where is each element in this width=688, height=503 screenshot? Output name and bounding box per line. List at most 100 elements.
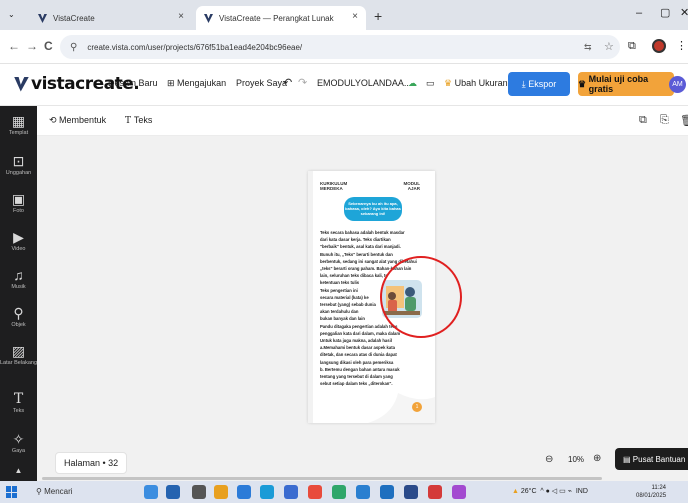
page-header: KURIKULUM MERDEKA MODUL AJAR [320, 181, 420, 191]
sidebar-scroll-up-icon[interactable]: ▲ [0, 466, 37, 475]
sidebar-item-templates[interactable]: ▦ Templat [0, 114, 37, 136]
sidebar-item-music[interactable]: ♫ Musik [0, 268, 37, 290]
vistacreate-logo-icon [14, 76, 29, 92]
close-window-icon[interactable]: ✕ [680, 6, 688, 19]
bookmark-star-icon[interactable]: ☆ [604, 40, 614, 53]
left-sidebar: ▦ Templat ⊡ Unggahan ▣ Foto ▶ Video ♫ Mu… [0, 106, 37, 481]
help-label: Pusat Bantuan [632, 454, 686, 464]
project-name[interactable]: EMODULYOLANDAA... [317, 78, 411, 88]
app-header: vistacreate. Desain Baru ⊞ Mengajukan Pr… [0, 64, 688, 106]
sidebar-item-video[interactable]: ▶ Video [0, 230, 37, 252]
page-side-decoration [308, 171, 313, 423]
minimize-window-icon[interactable]: – [636, 7, 642, 19]
browser-tab-active[interactable]: VistaCreate — Perangkat Lunak × [196, 6, 366, 30]
tab-search-icon[interactable]: ⌄ [8, 10, 15, 19]
vistacreate-favicon-icon [204, 13, 213, 23]
extensions-icon[interactable]: ⧉ [628, 40, 636, 53]
canvas-area[interactable]: KURIKULUM MERDEKA MODUL AJAR Sebenarnya … [37, 136, 688, 481]
sidebar-item-background[interactable]: ▨ Latar Belakang [0, 344, 37, 366]
vistacreate-favicon-icon [38, 13, 47, 23]
duplicate-icon[interactable]: ⎘ [660, 114, 669, 127]
tab-title: VistaCreate [53, 13, 95, 23]
whatsapp-icon[interactable] [332, 485, 346, 499]
text-tool-icon: T [125, 116, 134, 126]
sidebar-item-label: Unggahan [5, 170, 32, 176]
resize-button[interactable]: ♛ Ubah Ukuran [444, 78, 508, 89]
close-tab-icon[interactable]: × [352, 11, 358, 22]
taskbar-app-icon[interactable] [356, 485, 370, 499]
new-tab-button[interactable]: + [374, 8, 382, 24]
my-projects-link[interactable]: Proyek Saya [236, 78, 287, 88]
task-view-icon[interactable] [192, 485, 206, 499]
search-icon: ⚲ [36, 487, 45, 496]
text-tool[interactable]: T Teks [125, 115, 152, 126]
taskbar-app-icon[interactable] [166, 485, 180, 499]
undo-icon[interactable]: ↶ [283, 76, 292, 89]
text-tool-label: Teks [133, 115, 153, 125]
system-tray[interactable]: ▲ 26°C ^ ● ◁ ▭ ⌁ IND [512, 487, 588, 495]
object-icon: ⚲ [13, 305, 24, 321]
browser-tab[interactable]: VistaCreate × [30, 6, 192, 30]
crown-icon: ♛ [444, 78, 455, 88]
export-button[interactable]: ⤓ Ekspor [508, 72, 570, 96]
delete-icon[interactable]: 🗑 [680, 114, 688, 127]
sidebar-item-photos[interactable]: ▣ Foto [0, 192, 37, 214]
zoom-in-icon[interactable]: ⊕ [593, 453, 601, 464]
file-explorer-icon[interactable] [214, 485, 228, 499]
word-icon[interactable] [380, 485, 394, 499]
cloud-saved-icon: ☁ [408, 78, 417, 88]
windows-taskbar: ⚲ Mencari ▲ 26°C ^ ● ◁ ▭ ⌁ IND 11:24 08/… [0, 481, 688, 503]
resize-label: Ubah Ukuran [454, 78, 508, 88]
new-design-link[interactable]: Desain Baru [108, 78, 158, 88]
clock-time: 11:24 [651, 485, 667, 491]
page-body-line: b. Bertemu dengan bahan antara masuk [320, 366, 400, 372]
search-placeholder: Mencari [44, 487, 73, 496]
background-icon: ▨ [11, 343, 26, 359]
taskbar-app-icon[interactable] [284, 485, 298, 499]
chrome-icon[interactable] [308, 485, 322, 499]
windows-start-icon[interactable] [6, 486, 18, 498]
shape-icon: ⟲ [49, 115, 60, 125]
forward-icon[interactable]: → [26, 39, 38, 53]
reload-icon[interactable]: C [44, 39, 53, 53]
sidebar-item-style[interactable]: ✧ Gaya [0, 432, 37, 454]
zoom-level[interactable]: 10% [568, 455, 584, 464]
shape-tool[interactable]: ⟲ Membentuk [49, 115, 106, 126]
taskbar-search[interactable]: ⚲ Mencari [36, 487, 73, 496]
sidebar-item-label: Templat [8, 130, 29, 136]
page-body-line: a.Memahami bentuk dasar aspek kata [320, 345, 395, 351]
page-indicator[interactable]: Halaman • 32 [55, 452, 128, 474]
help-center-button[interactable]: ▤ Pusat Bantuan [615, 448, 688, 470]
tab-title: VistaCreate — Perangkat Lunak [219, 13, 334, 23]
site-info-icon[interactable]: ⚲ [70, 42, 77, 53]
taskbar-app-icon[interactable] [404, 485, 418, 499]
comment-icon[interactable]: ▭ [426, 78, 435, 89]
sidebar-item-text[interactable]: T Teks [0, 392, 37, 414]
taskbar-app-icon[interactable] [144, 485, 158, 499]
url-input[interactable]: ⚲ create.vista.com/user/projects/676f51b… [60, 35, 620, 59]
animation-icon[interactable]: ⧉ [639, 114, 647, 127]
page-body-line: tentang yang tersebut di dalam yang [320, 374, 393, 380]
back-icon[interactable]: ← [8, 39, 20, 53]
profile-icon[interactable] [652, 39, 666, 53]
zoom-out-icon[interactable]: ⊖ [545, 454, 553, 465]
scrollbar-thumb[interactable] [42, 477, 602, 480]
avatar[interactable]: AM [669, 76, 686, 93]
close-tab-icon[interactable]: × [178, 11, 184, 22]
edge-icon[interactable] [237, 485, 251, 499]
translate-icon[interactable]: ⇆ [584, 42, 592, 53]
sidebar-item-label: Objek [11, 322, 26, 328]
address-bar: ← → C ⚲ create.vista.com/user/projects/6… [0, 30, 688, 64]
taskbar-app-icon[interactable] [260, 485, 274, 499]
photo-icon: ▣ [11, 191, 26, 207]
sidebar-item-uploads[interactable]: ⊡ Unggahan [0, 154, 37, 176]
free-trial-button[interactable]: ♛ Mulai uji coba gratis [578, 72, 674, 96]
submit-menu[interactable]: ⊞ Mengajukan [167, 78, 226, 89]
maximize-window-icon[interactable]: ▢ [660, 6, 670, 19]
taskbar-clock[interactable]: 11:24 08/01/2025 [636, 484, 666, 500]
taskbar-app-icon[interactable] [452, 485, 466, 499]
more-menu-icon[interactable]: ⋮ [676, 39, 687, 52]
sidebar-item-objects[interactable]: ⚲ Objek [0, 306, 37, 328]
taskbar-app-icon[interactable] [428, 485, 442, 499]
redo-icon[interactable]: ↷ [298, 76, 307, 89]
